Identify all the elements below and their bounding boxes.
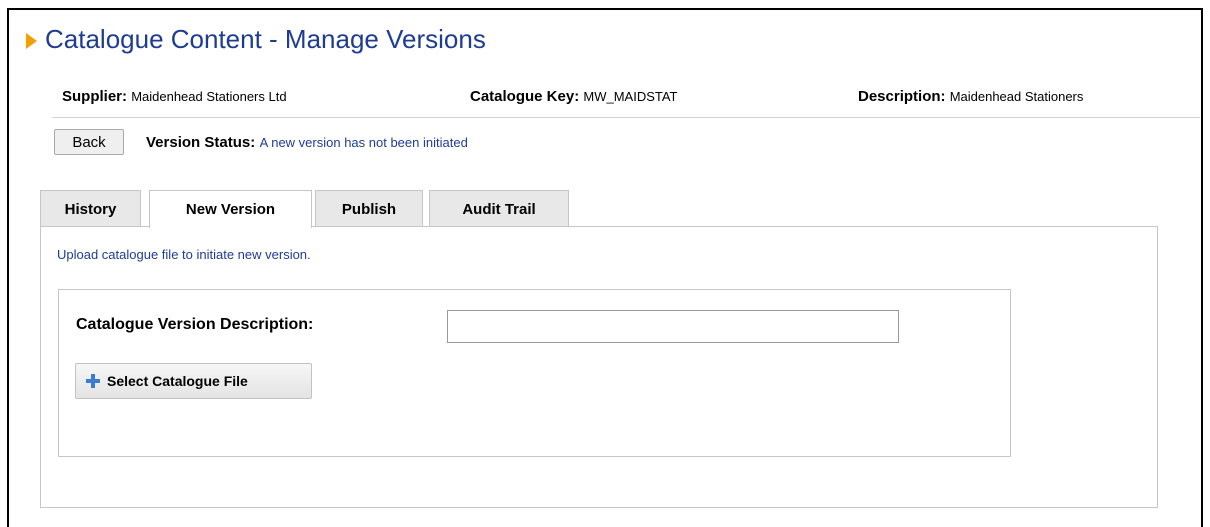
new-version-panel: Upload catalogue file to initiate new ve… <box>40 226 1158 508</box>
supplier-value: Maidenhead Stationers Ltd <box>131 89 287 104</box>
version-description-input[interactable] <box>447 310 899 343</box>
upload-hint: Upload catalogue file to initiate new ve… <box>57 247 311 262</box>
catalogue-key-info: Catalogue Key: MW_MAIDSTAT <box>470 88 678 105</box>
header-divider <box>52 117 1200 118</box>
catalogue-key-value: MW_MAIDSTAT <box>583 89 678 104</box>
tab-audit-trail[interactable]: Audit Trail <box>429 190 569 227</box>
version-description-label: Catalogue Version Description: <box>76 316 314 333</box>
supplier-label: Supplier: <box>62 88 128 105</box>
tab-publish[interactable]: Publish <box>315 190 423 227</box>
plus-icon <box>86 374 100 388</box>
page-header: Catalogue Content - Manage Versions <box>26 24 486 55</box>
version-status: Version Status: A new version has not be… <box>146 134 468 152</box>
version-status-label: Version Status: <box>146 134 256 151</box>
upload-form: Catalogue Version Description: Select Ca… <box>58 289 1011 457</box>
description-label: Description: <box>858 88 946 105</box>
description-info: Description: Maidenhead Stationers <box>858 88 1083 105</box>
select-catalogue-file-button[interactable]: Select Catalogue File <box>75 363 312 399</box>
tab-history[interactable]: History <box>40 190 141 227</box>
triangle-right-icon <box>26 32 37 49</box>
back-button[interactable]: Back <box>54 129 124 155</box>
version-status-value: A new version has not been initiated <box>259 135 468 150</box>
select-catalogue-file-label: Select Catalogue File <box>107 373 248 389</box>
tab-new-version[interactable]: New Version <box>149 190 312 228</box>
page-title: Catalogue Content - Manage Versions <box>45 24 486 54</box>
description-value: Maidenhead Stationers <box>949 89 1084 104</box>
supplier-info: Supplier: Maidenhead Stationers Ltd <box>62 88 287 105</box>
catalogue-key-label: Catalogue Key: <box>470 88 580 105</box>
